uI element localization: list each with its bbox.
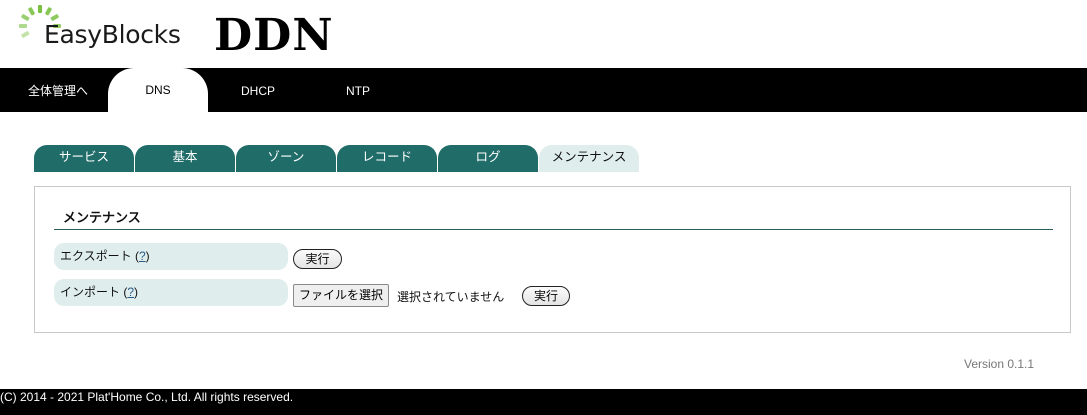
footer: (C) 2014 - 2021 Plat'Home Co., Ltd. All … [0,389,1087,415]
logo-text: EasyBlocks [44,20,181,49]
maintenance-panel: メンテナンス エクスポート (?) 実行 インポート (?) ファイルを選択 選… [34,186,1071,333]
import-help-close: ) [134,285,139,299]
top-nav: 全体管理へ DNS DHCP NTP [0,68,1087,112]
nav-item-ntp[interactable]: NTP [318,68,398,112]
export-help-link[interactable]: ? [139,249,146,263]
tab-service[interactable]: サービス [34,145,134,172]
page: EasyBlocks DDN 全体管理へ DNS DHCP NTP サービス 基… [0,0,1087,415]
file-status-text: 選択されていません [397,290,505,304]
tab-log[interactable]: ログ [438,145,538,172]
tab-maintenance[interactable]: メンテナンス [539,145,639,172]
choose-file-button[interactable]: ファイルを選択 [293,284,390,307]
nav-item-overall-admin[interactable]: 全体管理へ [14,68,102,112]
export-help-close: ) [145,249,150,263]
tab-basic[interactable]: 基本 [135,145,235,172]
panel-title: メンテナンス [63,210,141,225]
easyblocks-logo: EasyBlocks [18,4,193,64]
version-text: Version 0.1.1 [964,357,1035,371]
panel-divider [54,229,1053,230]
nav-item-dhcp[interactable]: DHCP [218,68,298,112]
host-name: DDN [214,10,334,61]
copyright-text: (C) 2014 - 2021 Plat'Home Co., Ltd. All … [0,390,294,404]
header: EasyBlocks DDN [0,0,1087,68]
nav-item-dns[interactable]: DNS [108,68,208,112]
export-label: エクスポート (?) [54,243,288,270]
import-run-button[interactable]: 実行 [522,286,570,306]
export-label-text: エクスポート [60,249,132,263]
export-run-button[interactable]: 実行 [293,249,342,269]
tab-zone[interactable]: ゾーン [236,145,336,172]
tab-record[interactable]: レコード [337,145,437,172]
import-label: インポート (?) [54,279,288,306]
import-label-text: インポート [60,285,121,299]
